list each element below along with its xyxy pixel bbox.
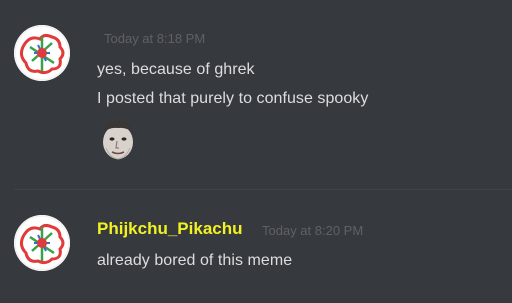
avatar-icon — [16, 27, 68, 79]
message-text: already bored of this meme — [97, 252, 293, 269]
message-timestamp: Today at 8:18 PM — [104, 31, 206, 46]
custom-emoji-face-icon[interactable] — [100, 118, 136, 160]
chat-messages: Today at 8:18 PM yes, because of ghrek I… — [0, 0, 512, 303]
avatar[interactable] — [14, 215, 70, 271]
message-divider — [14, 189, 512, 190]
username[interactable]: Phijkchu_Pikachu — [97, 219, 243, 239]
avatar-icon — [16, 217, 68, 269]
avatar[interactable] — [14, 25, 70, 81]
message-text: I posted that purely to confuse spooky — [97, 90, 369, 107]
message-timestamp: Today at 8:20 PM — [262, 223, 364, 238]
message-text: yes, because of ghrek — [97, 61, 255, 78]
